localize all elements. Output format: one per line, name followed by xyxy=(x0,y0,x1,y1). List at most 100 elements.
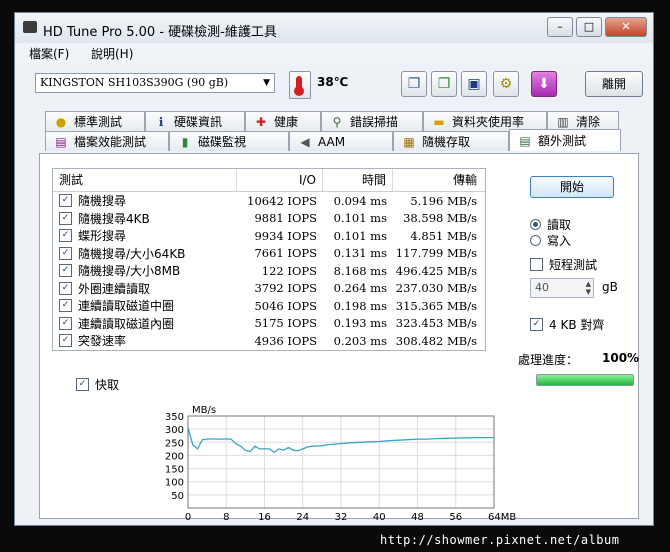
checkmark-icon[interactable]: ✓ xyxy=(59,299,72,313)
column-rate[interactable]: 傳輸 xyxy=(393,169,483,191)
align-4kb-checkbox[interactable]: ✓ 4 KB 對齊 xyxy=(530,316,604,333)
write-label: 寫入 xyxy=(547,234,572,248)
copy-info-button[interactable]: ❐ xyxy=(401,71,427,97)
window-title: HD Tune Pro 5.00 - 硬碟檢測-維護工具 xyxy=(43,25,277,40)
options-panel: 開始 讀取 寫入 短程測試 40 ▲ ▼ gB ✓ 4 KB 對齊 處理進度： 1… xyxy=(510,154,640,414)
x-tick-label: 8 xyxy=(223,512,229,520)
tab-erase[interactable]: ▥ 清除 xyxy=(547,111,619,131)
file-benchmark-icon: ▤ xyxy=(55,134,67,149)
io-cell: 4936 IOPS xyxy=(254,333,317,348)
checkmark-icon[interactable]: ✓ xyxy=(59,211,72,225)
rate-cell: 496.425 MB/s xyxy=(395,263,477,278)
test-name: 蝶形搜尋 xyxy=(78,229,127,244)
download-button[interactable]: ⬇ xyxy=(531,71,557,97)
trash-icon: ▥ xyxy=(557,114,569,129)
checkmark-icon[interactable]: ✓ xyxy=(59,281,72,295)
test-name: 連續讀取磁道中圈 xyxy=(78,299,175,314)
save-button[interactable]: ▣ xyxy=(461,71,487,97)
x-tick-label: 16 xyxy=(258,512,271,520)
stepper-arrows-icon[interactable]: ▲ ▼ xyxy=(586,280,591,296)
health-cross-icon: ✚ xyxy=(255,114,267,129)
toolbar: KINGSTON SH103S390G (90 gB) ▼ 38℃ ❐ ❐ ▣ … xyxy=(15,63,653,107)
minimize-button[interactable]: – xyxy=(547,17,573,37)
rate-cell: 5.196 MB/s xyxy=(410,193,477,208)
checkmark-icon: ✓ xyxy=(530,318,543,331)
close-button[interactable]: ✕ xyxy=(605,17,647,37)
checkbox-empty-icon xyxy=(530,258,543,271)
column-io[interactable]: I/O xyxy=(237,169,323,191)
tab-label: 硬碟資訊 xyxy=(174,115,223,129)
drive-select[interactable]: KINGSTON SH103S390G (90 gB) ▼ xyxy=(35,73,275,93)
table-row: ✓ 隨機搜尋 10642 IOPS 0.094 ms 5.196 MB/s xyxy=(53,192,485,210)
checkmark-icon[interactable]: ✓ xyxy=(59,194,72,208)
rate-cell: 237.030 MB/s xyxy=(395,281,477,296)
download-arrow-icon: ⬇ xyxy=(538,76,550,92)
table-row: ✓ 外圈連續讀取 3792 IOPS 0.264 ms 237.030 MB/s xyxy=(53,280,485,298)
checkmark-icon[interactable]: ✓ xyxy=(59,264,72,278)
rate-cell: 4.851 MB/s xyxy=(410,228,477,243)
extra-tests-panel: 測試 I/O 時間 傳輸 ✓ 隨機搜尋 10642 IOPS 0.094 ms 5.19… xyxy=(39,153,640,523)
short-test-size-stepper[interactable]: 40 ▲ ▼ xyxy=(530,278,594,298)
test-name-cell: ✓ 隨機搜尋4KB xyxy=(53,210,237,227)
io-cell: 122 IOPS xyxy=(261,263,317,278)
bulb-icon: ● xyxy=(55,114,67,129)
y-tick-label: 300 xyxy=(165,425,184,436)
io-cell: 5046 IOPS xyxy=(254,298,317,313)
checkmark-icon[interactable]: ✓ xyxy=(59,334,72,348)
write-radio[interactable]: 寫入 xyxy=(530,232,571,249)
io-cell: 9881 IOPS xyxy=(254,211,317,226)
rate-cell: 38.598 MB/s xyxy=(403,211,477,226)
x-tick-label: 56 xyxy=(449,512,462,520)
x-tick-label: 48 xyxy=(411,512,424,520)
short-test-checkbox[interactable]: 短程測試 xyxy=(530,256,597,273)
time-cell: 0.264 ms xyxy=(333,281,387,296)
y-tick-label: 350 xyxy=(165,412,184,423)
tab-file-benchmark[interactable]: ▤ 檔案效能測試 xyxy=(45,131,169,151)
copy-screenshot-button[interactable]: ❐ xyxy=(431,71,457,97)
checkmark-icon[interactable]: ✓ xyxy=(59,316,72,330)
read-radio[interactable]: 讀取 xyxy=(530,216,571,233)
y-tick-label: 200 xyxy=(165,451,184,462)
column-test[interactable]: 測試 xyxy=(53,169,237,191)
tab-label: 隨機存取 xyxy=(422,135,471,149)
test-name-cell: ✓ 外圈連續讀取 xyxy=(53,280,237,297)
table-row: ✓ 連續讀取磁道中圈 5046 IOPS 0.198 ms 315.365 MB/s xyxy=(53,297,485,315)
cache-checkbox[interactable]: ✓ 快取 xyxy=(76,376,119,393)
table-row: ✓ 隨機搜尋/大小8MB 122 IOPS 8.168 ms 496.425 MB/s xyxy=(53,262,485,280)
cache-label: 快取 xyxy=(95,378,120,392)
floppy-disk-icon: ▣ xyxy=(467,76,481,92)
copy-image-icon: ❐ xyxy=(437,76,451,92)
tab-health[interactable]: ✚ 健康 xyxy=(245,111,321,131)
burst-chart: 350 300 250 200 150 100 50 0 8 16 24 32 40 48 56 64MB MB… xyxy=(158,400,518,523)
tab-error-scan[interactable]: ⚲ 錯誤掃描 xyxy=(321,111,423,131)
tab-info[interactable]: ℹ 硬碟資訊 xyxy=(145,111,245,131)
checkmark-icon[interactable]: ✓ xyxy=(59,246,72,260)
short-test-label: 短程測試 xyxy=(549,258,598,272)
radio-selected-icon xyxy=(530,219,541,230)
x-tick-label: 0 xyxy=(185,512,191,520)
y-tick-label: 100 xyxy=(165,478,184,489)
checkmark-icon[interactable]: ✓ xyxy=(59,229,72,243)
menu-file[interactable]: 檔案(F) xyxy=(29,45,69,62)
tab-extra-tests[interactable]: ▤ 額外測試 xyxy=(509,129,621,151)
tab-disk-monitor[interactable]: ▮ 磁碟監視 xyxy=(169,131,289,151)
tab-random-access[interactable]: ▦ 隨機存取 xyxy=(393,131,509,151)
start-button[interactable]: 開始 xyxy=(530,176,614,198)
column-time[interactable]: 時間 xyxy=(323,169,393,191)
drive-select-value: KINGSTON SH103S390G (90 gB) xyxy=(40,76,229,89)
wrench-icon: ⚙ xyxy=(499,76,513,92)
exit-button[interactable]: 離開 xyxy=(585,71,643,97)
rate-cell: 315.365 MB/s xyxy=(395,298,477,313)
options-button[interactable]: ⚙ xyxy=(493,71,519,97)
tab-benchmark[interactable]: ● 標準測試 xyxy=(45,111,145,131)
y-axis-label: MB/s xyxy=(192,405,216,416)
info-icon: ℹ xyxy=(158,114,164,129)
tab-aam[interactable]: ◀ AAM xyxy=(289,131,393,151)
results-table: 測試 I/O 時間 傳輸 ✓ 隨機搜尋 10642 IOPS 0.094 ms 5.19… xyxy=(52,168,486,351)
watermark-url: http://showmer.pixnet.net/album xyxy=(380,533,620,547)
maximize-button[interactable]: □ xyxy=(576,17,602,37)
x-tick-label: 32 xyxy=(335,512,348,520)
title-bar: HD Tune Pro 5.00 - 硬碟檢測-維護工具 – □ ✕ xyxy=(15,13,653,44)
menu-help[interactable]: 說明(H) xyxy=(91,45,133,62)
tab-folder-usage[interactable]: ▬ 資料夾使用率 xyxy=(423,111,547,131)
